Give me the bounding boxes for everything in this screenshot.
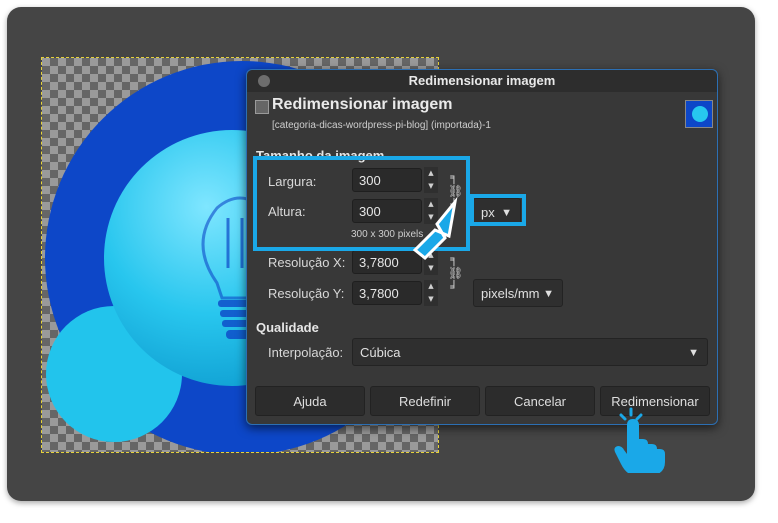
- help-button[interactable]: Ajuda: [255, 386, 365, 416]
- interpolation-select[interactable]: Cúbica ▼: [352, 338, 708, 366]
- image-thumbnail: [685, 100, 713, 128]
- cancel-button[interactable]: Cancelar: [485, 386, 595, 416]
- window-title: Redimensionar imagem: [408, 73, 556, 88]
- hand-cursor-icon: [614, 407, 665, 473]
- interpolation-value: Cúbica: [360, 345, 401, 360]
- interpolation-label: Interpolação:: [268, 345, 344, 360]
- app-window: Redimensionar imagem Redimensionar image…: [7, 7, 755, 501]
- chevron-down-icon: ▼: [688, 347, 699, 359]
- resize-dialog-icon: [255, 100, 269, 114]
- pointer-arrow-icon: [412, 196, 458, 261]
- chevron-down-icon: ▼: [543, 288, 554, 300]
- window-close-dot[interactable]: [258, 75, 270, 87]
- resolution-unit-value: pixels/mm: [481, 286, 540, 301]
- res-y-spinner[interactable]: ▲ ▼: [424, 280, 438, 306]
- res-y-input[interactable]: 3,7800: [352, 281, 422, 305]
- res-y-label: Resolução Y:: [268, 286, 345, 301]
- quality-heading: Qualidade: [256, 320, 319, 335]
- dialog-titlebar[interactable]: Redimensionar imagem: [247, 70, 717, 92]
- header-title: Redimensionar imagem: [272, 96, 453, 113]
- header-subtitle: [categoria-dicas-wordpress-pi-blog] (imp…: [272, 120, 491, 131]
- resolution-unit-select[interactable]: pixels/mm ▼: [473, 279, 563, 307]
- reset-button[interactable]: Redefinir: [370, 386, 480, 416]
- res-x-label: Resolução X:: [268, 255, 346, 270]
